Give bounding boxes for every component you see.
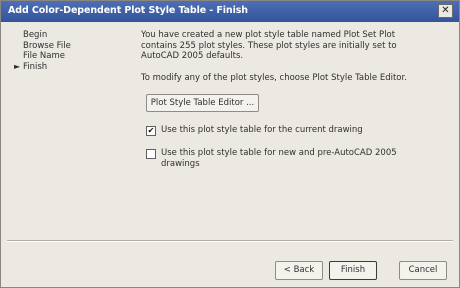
modify-instructions: To modify any of the plot styles, choose…: [141, 73, 407, 83]
wizard-content: You have created a new plot style table …: [141, 30, 431, 169]
wizard-steps-nav: Begin Browse File File Name ► Finish: [14, 30, 113, 72]
close-icon: ✕: [441, 5, 450, 16]
use-for-current-drawing-label: Use this plot style table for the curren…: [161, 125, 363, 135]
title-bar[interactable]: Add Color-Dependent Plot Style Table - F…: [1, 1, 459, 22]
nav-step-begin: Begin: [23, 30, 48, 40]
finish-button[interactable]: Finish: [329, 261, 377, 280]
use-for-current-drawing-checkbox[interactable]: ✔: [146, 126, 156, 136]
use-for-new-drawings-checkbox[interactable]: [146, 149, 156, 159]
wizard-dialog: Add Color-Dependent Plot Style Table - F…: [0, 0, 460, 288]
close-button[interactable]: ✕: [438, 4, 453, 18]
use-for-new-drawings-label: Use this plot style table for new and pr…: [161, 148, 397, 169]
nav-step-finish: ► Finish: [14, 61, 48, 72]
plot-style-table-editor-button[interactable]: Plot Style Table Editor ...: [146, 94, 259, 112]
arrow-right-icon: ►: [14, 61, 21, 71]
window-title: Add Color-Dependent Plot Style Table - F…: [8, 5, 248, 16]
description-line-1: You have created a new plot style table …: [141, 30, 396, 40]
nav-step-file-name: File Name: [23, 51, 66, 61]
back-button[interactable]: < Back: [275, 261, 323, 280]
footer-divider: [7, 240, 453, 242]
cancel-button[interactable]: Cancel: [399, 261, 447, 280]
nav-step-browse-file: Browse File: [23, 40, 71, 51]
description-line-2: contains 255 plot styles. These plot sty…: [141, 40, 397, 51]
description-line-3: AutoCAD 2005 defaults.: [141, 51, 244, 61]
